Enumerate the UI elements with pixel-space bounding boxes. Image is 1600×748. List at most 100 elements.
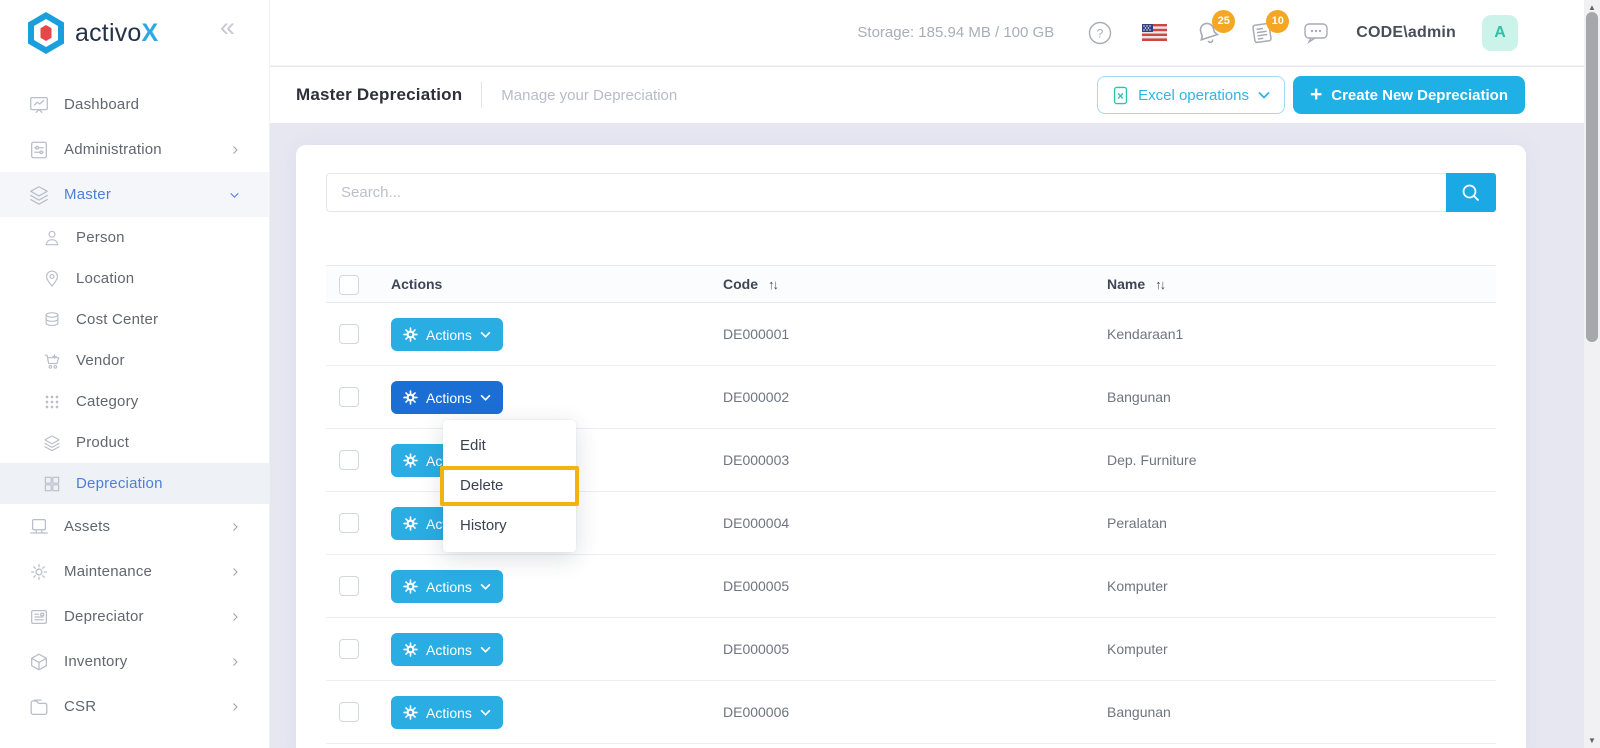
create-new-depreciation-button[interactable]: + Create New Depreciation — [1293, 76, 1525, 114]
column-header-actions: Actions — [391, 276, 442, 292]
table-row: ActionsDE000006Bangunan — [326, 681, 1496, 744]
location-icon — [42, 269, 62, 289]
sidebar-item-person[interactable]: Person — [0, 217, 269, 258]
username[interactable]: CODE\admin — [1356, 24, 1456, 42]
sidebar-item-csr[interactable]: CSR — [0, 684, 269, 729]
vendor-icon — [42, 351, 62, 371]
scrollbar-thumb[interactable] — [1586, 12, 1598, 342]
inventory-icon — [28, 651, 50, 673]
title-divider — [481, 82, 482, 108]
sidebar-item-label: Person — [76, 229, 125, 246]
row-code: DE000004 — [723, 492, 789, 555]
row-actions-button[interactable]: Actions — [391, 633, 503, 666]
sidebar-item-location[interactable]: Location — [0, 258, 269, 299]
row-checkbox[interactable] — [339, 702, 359, 722]
sidebar-item-label: Assets — [64, 518, 110, 535]
sidebar-item-label: Product — [76, 434, 129, 451]
sidebar-item-depreciator[interactable]: Depreciator — [0, 594, 269, 639]
chevron-right-icon — [229, 521, 241, 533]
excel-operations-button[interactable]: Excel operations — [1097, 76, 1285, 114]
search-icon — [1461, 183, 1481, 203]
sidebar-item-category[interactable]: Category — [0, 381, 269, 422]
plus-icon: + — [1310, 84, 1322, 105]
scrollbar-down-arrow[interactable]: ▼ — [1584, 736, 1600, 745]
maintenance-icon — [28, 561, 50, 583]
sidebar-item-label: Category — [76, 393, 138, 410]
sidebar-item-depreciation[interactable]: Depreciation — [0, 463, 269, 504]
sidebar-collapse-icon[interactable]: « — [220, 14, 235, 41]
sort-icon[interactable]: ↑↓ — [1155, 277, 1164, 292]
gear-icon — [403, 327, 418, 342]
title-actions: Excel operations + Create New Depreciati… — [1097, 76, 1584, 114]
vertical-scrollbar[interactable]: ▲ ▼ — [1584, 0, 1600, 748]
row-checkbox[interactable] — [339, 450, 359, 470]
topbar: Storage: 185.94 MB / 100 GB ? 25 10 CODE… — [270, 0, 1584, 66]
news-icon[interactable]: 10 — [1248, 19, 1276, 47]
row-checkbox[interactable] — [339, 513, 359, 533]
row-actions-button[interactable]: Actions — [391, 381, 503, 414]
sidebar-item-label: Dashboard — [64, 96, 139, 113]
row-name: Peralatan — [1107, 492, 1167, 555]
cost-center-icon — [42, 310, 62, 330]
scrollbar-up-arrow[interactable]: ▲ — [1584, 3, 1600, 12]
sort-icon[interactable]: ↑↓ — [768, 277, 777, 292]
chevron-down-icon — [480, 709, 491, 716]
app-window: activoX « Dashboard AdministrationMaster P… — [0, 0, 1600, 748]
gear-icon — [403, 705, 418, 720]
language-flag-icon[interactable] — [1140, 19, 1168, 47]
sidebar-item-administration[interactable]: Administration — [0, 127, 269, 172]
page-title: Master Depreciation — [296, 85, 462, 105]
dashboard-icon — [28, 94, 50, 116]
sidebar-item-label: Inventory — [64, 653, 128, 670]
notifications-bell-icon[interactable]: 25 — [1194, 19, 1222, 47]
chevron-right-icon — [229, 611, 241, 623]
row-actions-button[interactable]: Actions — [391, 696, 503, 729]
sidebar-item-vendor[interactable]: Vendor — [0, 340, 269, 381]
sidebar-item-inventory[interactable]: Inventory — [0, 639, 269, 684]
sidebar-item-master[interactable]: Master — [0, 172, 269, 217]
avatar[interactable]: A — [1482, 15, 1518, 51]
row-code: DE000001 — [723, 303, 789, 366]
chevron-down-icon — [480, 583, 491, 590]
search-input[interactable] — [326, 173, 1446, 212]
sidebar: activoX « Dashboard AdministrationMaster P… — [0, 0, 270, 748]
sidebar-item-label: Depreciator — [64, 608, 144, 625]
search-button[interactable] — [1446, 173, 1496, 212]
row-checkbox[interactable] — [339, 639, 359, 659]
row-checkbox[interactable] — [339, 576, 359, 596]
row-actions-button[interactable]: Actions — [391, 570, 503, 603]
sidebar-nav: Dashboard AdministrationMaster Person Locat… — [0, 66, 269, 729]
svg-text:?: ? — [1097, 26, 1104, 40]
logo-row: activoX « — [0, 0, 269, 66]
help-icon[interactable]: ? — [1086, 19, 1114, 47]
chevron-down-icon — [480, 646, 491, 653]
dropdown-item-delete[interactable]: Delete — [440, 466, 579, 506]
administration-icon — [28, 139, 50, 161]
row-name: Dep. Furniture — [1107, 429, 1196, 492]
search-row — [326, 173, 1496, 212]
gear-icon — [403, 579, 418, 594]
storage-indicator: Storage: 185.94 MB / 100 GB — [857, 24, 1054, 41]
row-actions-button[interactable]: Actions — [391, 318, 503, 351]
sidebar-item-assets[interactable]: Assets — [0, 504, 269, 549]
depreciator-icon — [28, 606, 50, 628]
sidebar-item-dashboard[interactable]: Dashboard — [0, 82, 269, 127]
sidebar-item-product[interactable]: Product — [0, 422, 269, 463]
chat-icon[interactable] — [1302, 19, 1330, 47]
select-all-checkbox[interactable] — [339, 275, 359, 295]
gear-icon — [403, 453, 418, 468]
depreciation-icon — [42, 474, 62, 494]
page-subtitle: Manage your Depreciation — [501, 87, 677, 104]
dropdown-item-edit[interactable]: Edit — [443, 426, 576, 466]
row-checkbox[interactable] — [339, 324, 359, 344]
dropdown-item-history[interactable]: History — [443, 506, 576, 546]
excel-file-icon — [1112, 86, 1129, 105]
row-code: DE000005 — [723, 618, 789, 681]
row-checkbox[interactable] — [339, 387, 359, 407]
page-title-bar: Master Depreciation Manage your Deprecia… — [270, 67, 1584, 123]
row-code: DE000003 — [723, 429, 789, 492]
sidebar-item-cost-center[interactable]: Cost Center — [0, 299, 269, 340]
row-code: DE000006 — [723, 681, 789, 744]
sidebar-item-label: Location — [76, 270, 134, 287]
sidebar-item-maintenance[interactable]: Maintenance — [0, 549, 269, 594]
